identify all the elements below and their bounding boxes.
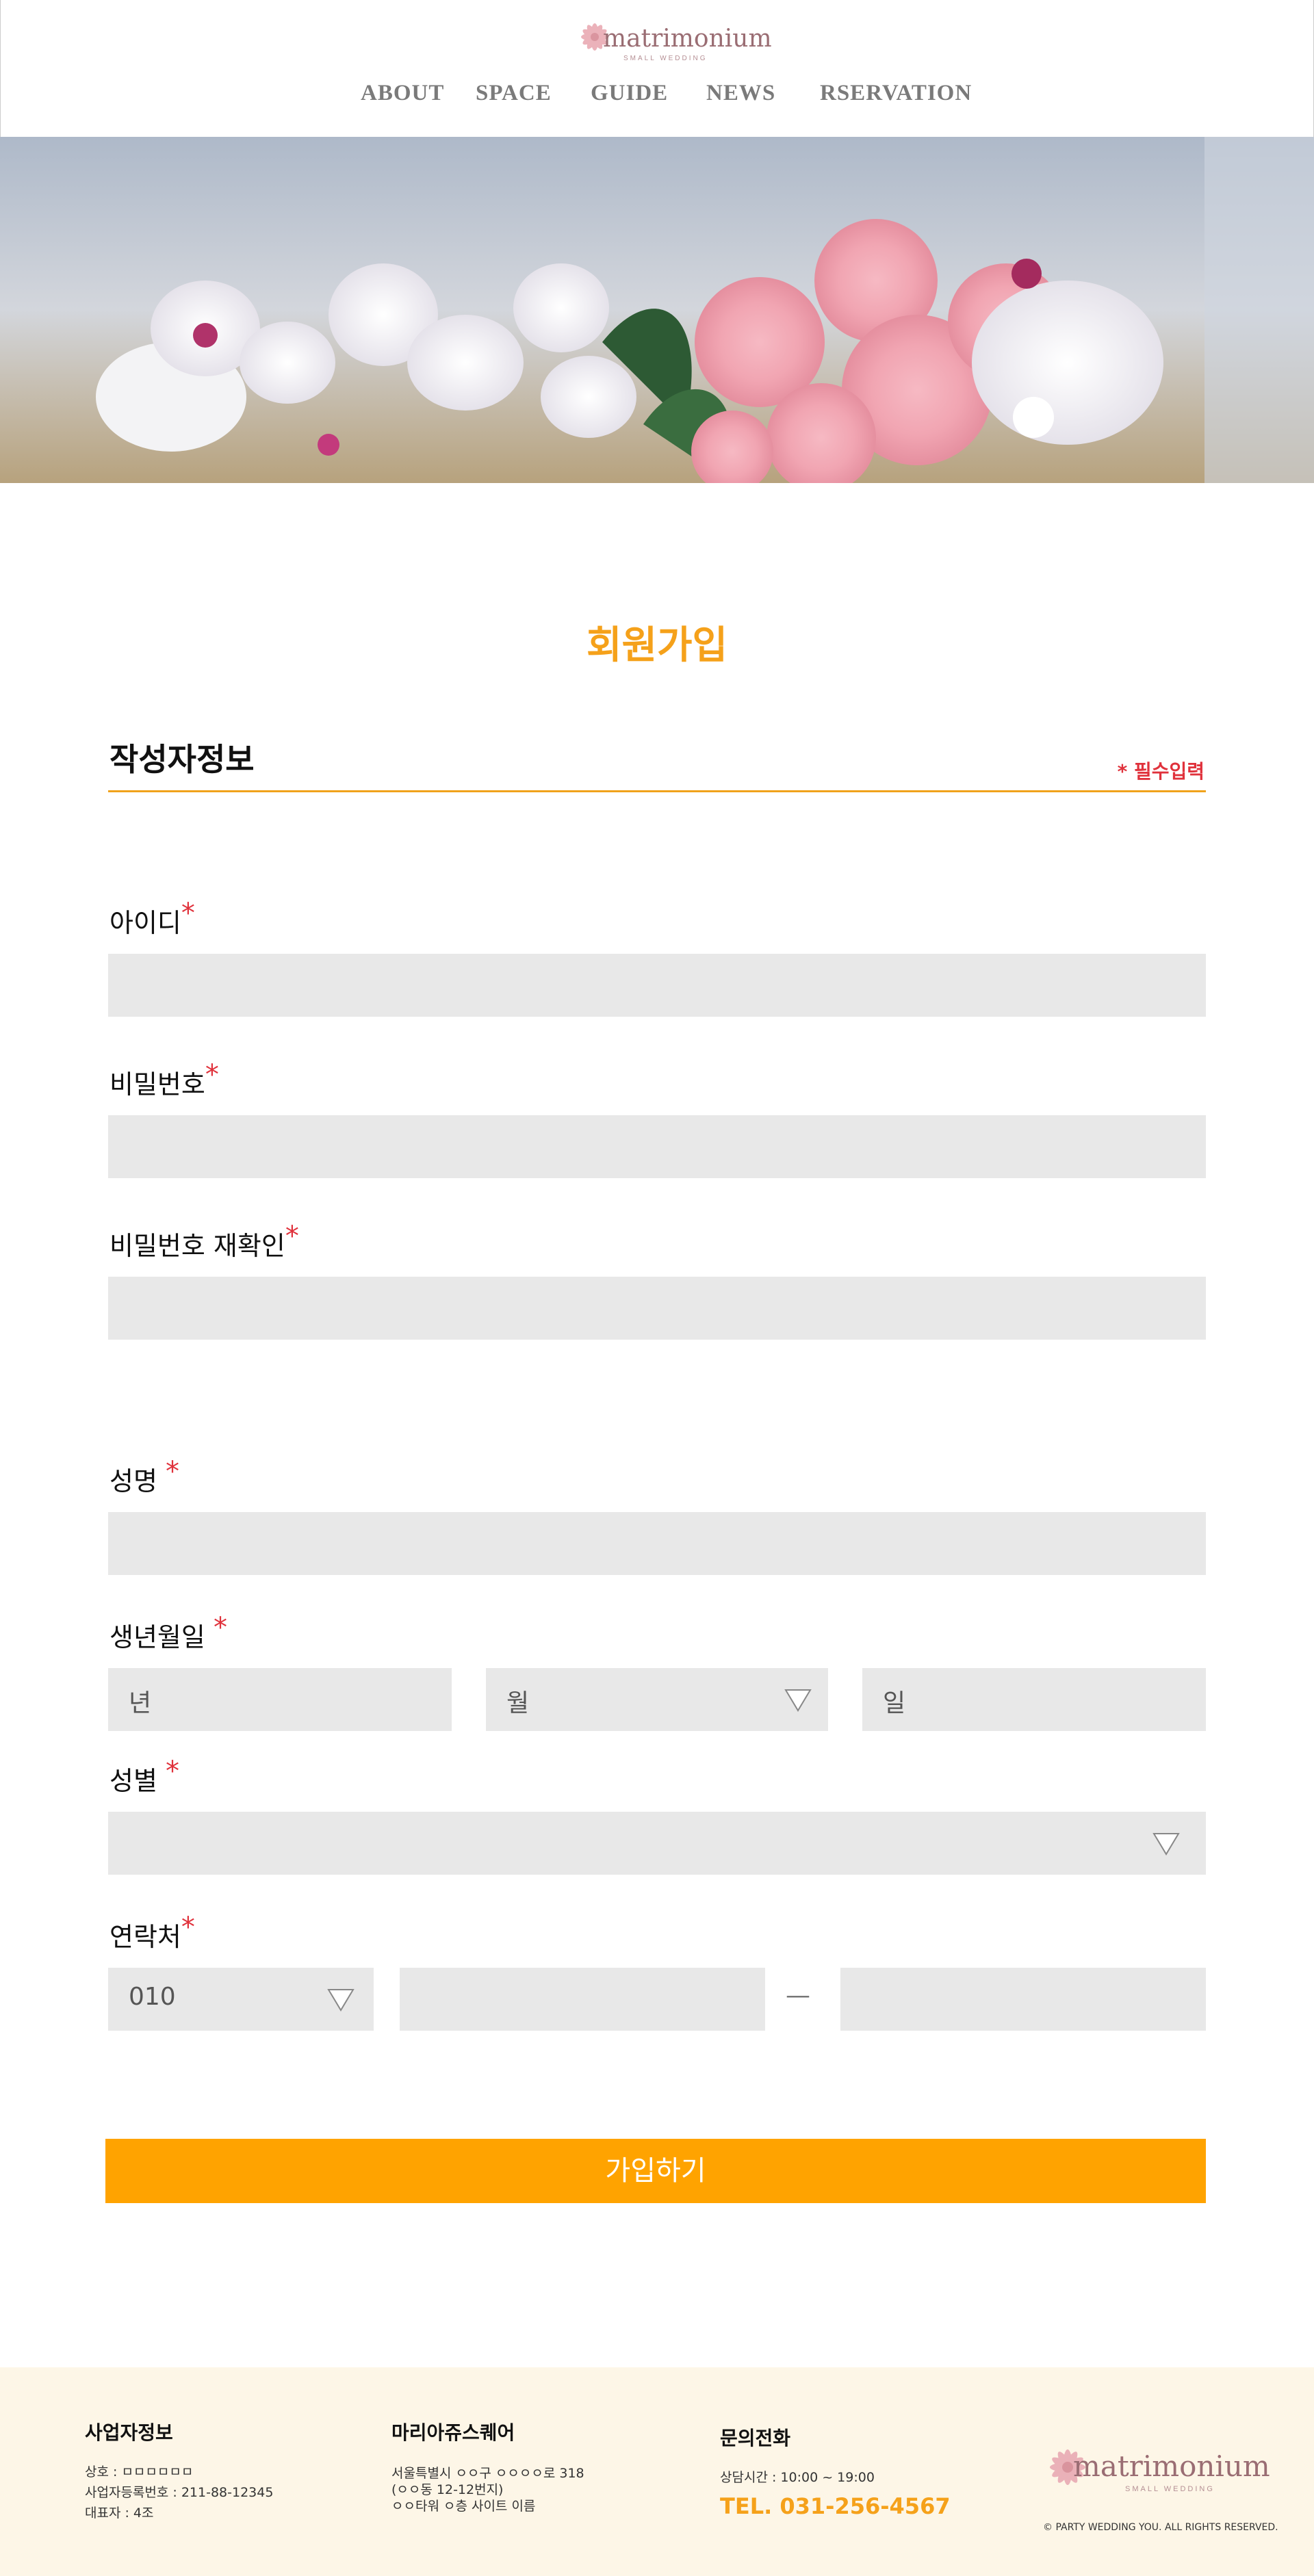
footer-business-ceo: 대표자 : 4조 [85, 2506, 154, 2521]
password-label-text: 비밀번호 [110, 1069, 205, 1100]
phone-label: 연락처* [110, 1912, 195, 1953]
brand-logo[interactable]: matrimonium SMALL WEDDING [576, 12, 772, 67]
password-input[interactable] [108, 1115, 1206, 1178]
triangle-down-icon [784, 1689, 812, 1712]
name-label: 성명 * [110, 1456, 179, 1498]
required-star: * [181, 898, 195, 929]
nav-news[interactable]: NEWS [706, 81, 775, 106]
triangle-down-icon [1152, 1833, 1180, 1856]
phone-last-input[interactable] [840, 1968, 1206, 2031]
hero-image [0, 137, 1314, 483]
section-divider [108, 790, 1206, 792]
main-nav: ABOUT SPACE GUIDE NEWS RSERVATION [1, 81, 1314, 115]
footer-brand-name: matrimonium [1073, 2449, 1270, 2483]
name-input[interactable] [108, 1512, 1206, 1575]
footer-contact-title: 문의전화 [720, 2427, 791, 2449]
footer-logo[interactable]: matrimonium SMALL WEDDING [1043, 2440, 1270, 2495]
brand-name: matrimonium [603, 25, 772, 53]
brand-tagline: SMALL WEDDING [623, 55, 708, 62]
phone-separator: — [786, 1981, 810, 2009]
id-input[interactable] [108, 954, 1206, 1017]
id-label-text: 아이디 [110, 908, 181, 938]
nav-space[interactable]: SPACE [476, 81, 552, 106]
birth-year-placeholder: 년 [129, 1689, 152, 1717]
birth-day-placeholder: 일 [883, 1689, 906, 1717]
password-confirm-label: 비밀번호 재확인* [110, 1221, 299, 1262]
phone-prefix-value: 010 [129, 1983, 176, 2011]
gender-select[interactable] [108, 1812, 1206, 1875]
birth-label-text: 생년월일 [110, 1622, 205, 1652]
gender-label: 성별 * [110, 1756, 179, 1797]
required-note: * 필수입력 [1117, 760, 1204, 783]
name-label-text: 성명 [110, 1466, 157, 1496]
id-label: 아이디* [110, 898, 195, 939]
footer-business-reg: 사업자등록번호 : 211-88-12345 [85, 2485, 274, 2500]
footer-venue-address2: (ㅇㅇ동 12-12번지) [391, 2482, 504, 2497]
footer-venue-title: 마리아쥬스퀘어 [391, 2421, 515, 2444]
birth-month-select[interactable]: 월 [486, 1668, 828, 1731]
birth-day-input[interactable]: 일 [862, 1668, 1206, 1731]
footer-business-title: 사업자정보 [85, 2421, 173, 2444]
required-star: * [213, 1612, 227, 1643]
footer-copyright: © PARTY WEDDING YOU. ALL RIGHTS RESERVED… [1043, 2522, 1278, 2533]
nav-reservation[interactable]: RSERVATION [820, 81, 972, 106]
section-title: 작성자정보 [110, 741, 255, 778]
footer-business-name: 상호 : ㅁㅁㅁㅁㅁㅁ [85, 2464, 194, 2480]
nav-guide[interactable]: GUIDE [591, 81, 668, 106]
footer-brand-tagline: SMALL WEDDING [1125, 2485, 1215, 2493]
required-star: * [181, 1912, 195, 1943]
birth-label: 생년월일 * [110, 1612, 227, 1654]
page-title: 회원가입 [586, 623, 728, 668]
required-star: * [166, 1456, 180, 1487]
password-confirm-input[interactable] [108, 1277, 1206, 1340]
password-confirm-label-text: 비밀번호 재확인 [110, 1231, 285, 1261]
birth-month-placeholder: 월 [506, 1689, 530, 1717]
footer-venue-address3: ㅇㅇ타워 ㅇ층 사이트 이름 [391, 2499, 536, 2514]
password-label: 비밀번호* [110, 1059, 219, 1101]
required-star: * [285, 1221, 299, 1252]
triangle-down-icon [327, 1989, 355, 2012]
birth-year-input[interactable]: 년 [108, 1668, 452, 1731]
footer-contact-tel[interactable]: TEL. 031-256-4567 [720, 2493, 951, 2519]
signup-button[interactable]: 가입하기 [105, 2139, 1206, 2203]
required-star: * [166, 1756, 180, 1787]
phone-label-text: 연락처 [110, 1922, 181, 1952]
site-header: matrimonium SMALL WEDDING ABOUT SPACE GU… [0, 0, 1314, 137]
footer-venue-address1: 서울특별시 ㅇㅇ구 ㅇㅇㅇㅇ로 318 [391, 2466, 584, 2481]
phone-middle-input[interactable] [400, 1968, 765, 2031]
gender-label-text: 성별 [110, 1766, 157, 1796]
required-star: * [205, 1059, 219, 1091]
nav-about[interactable]: ABOUT [361, 81, 444, 106]
footer-contact-hours: 상담시간 : 10:00 ~ 19:00 [720, 2470, 875, 2485]
phone-prefix-select[interactable]: 010 [108, 1968, 374, 2031]
